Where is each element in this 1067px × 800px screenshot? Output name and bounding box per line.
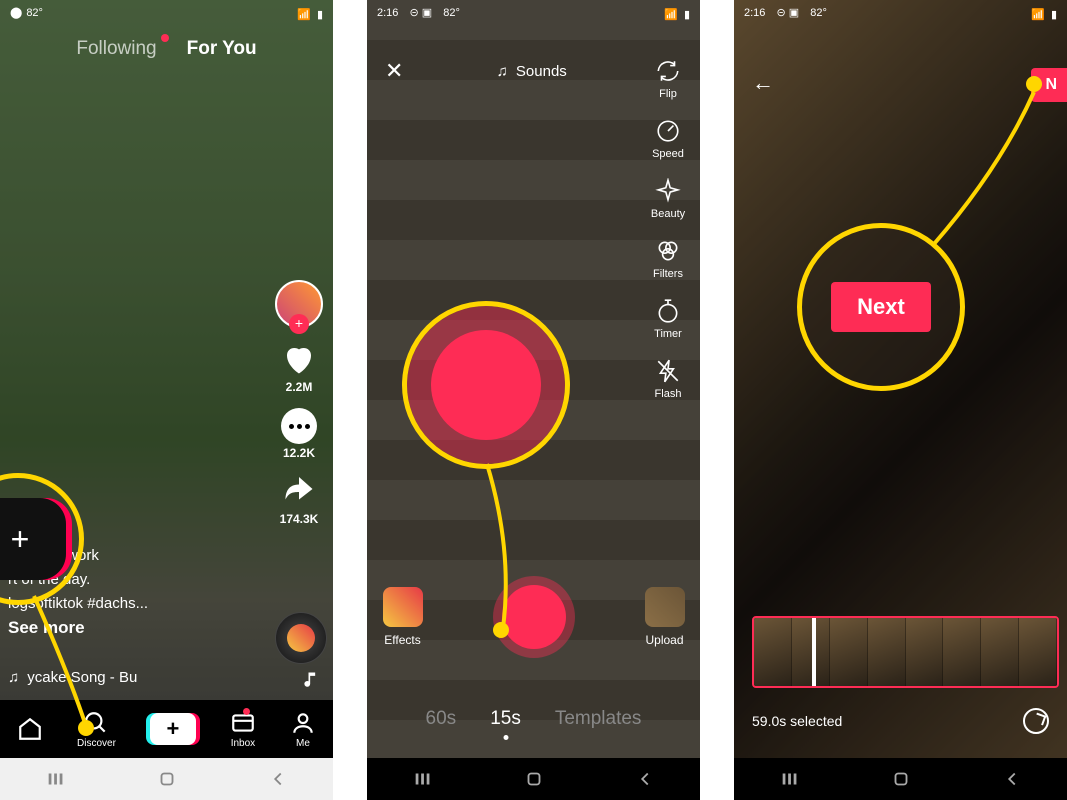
upload-thumb-icon	[645, 587, 685, 627]
bottom-nav: Discover + Inbox Me	[0, 700, 333, 758]
highlight-endpoint-3	[1026, 76, 1042, 92]
timeline-cursor[interactable]	[812, 616, 816, 688]
system-nav[interactable]	[734, 758, 1067, 800]
comment-icon	[281, 408, 317, 444]
highlight-next-enlarged: Next	[802, 228, 960, 386]
close-button[interactable]: ✕	[385, 58, 403, 84]
timer-button[interactable]: Timer	[644, 298, 692, 340]
recents-icon[interactable]	[412, 768, 434, 790]
follow-plus-icon[interactable]: +	[289, 314, 309, 334]
system-nav[interactable]	[0, 758, 333, 800]
nav-create[interactable]: +	[150, 713, 196, 745]
share-button[interactable]: 174.3K	[280, 474, 319, 526]
sound-info[interactable]: ♫ ycake Song - Bu	[8, 669, 263, 686]
sound-disc[interactable]	[275, 612, 327, 664]
highlight-endpoint-2	[493, 622, 509, 638]
flip-icon	[655, 58, 681, 84]
music-note-icon: ♫	[497, 63, 508, 80]
timer-icon	[655, 298, 681, 324]
tab-following[interactable]: Following	[76, 38, 156, 60]
selected-duration: 59.0s selected	[752, 713, 842, 729]
phone-camera: 📶▮ 2:16 ⊝ ▣ 82° ✕ ♫Sounds Flip Speed Bea…	[367, 0, 700, 800]
home-system-icon[interactable]	[523, 768, 545, 790]
duration-60s[interactable]: 60s	[426, 708, 457, 730]
notification-dot-icon	[243, 708, 250, 715]
status-bar: 📶▮	[0, 0, 333, 28]
nav-inbox[interactable]: Inbox	[230, 710, 256, 749]
back-icon[interactable]	[267, 768, 289, 790]
filters-icon	[655, 238, 681, 264]
duration-templates[interactable]: Templates	[555, 708, 642, 730]
home-icon	[17, 716, 43, 742]
highlight-create-enlarged: +	[0, 498, 66, 580]
video-timeline[interactable]	[752, 616, 1059, 688]
record-button[interactable]	[493, 576, 575, 658]
effects-thumb-icon	[383, 587, 423, 627]
flash-icon	[655, 358, 681, 384]
flip-button[interactable]: Flip	[644, 58, 692, 100]
upload-button[interactable]: Upload	[645, 587, 685, 647]
see-more-link[interactable]: See more	[8, 616, 155, 640]
highlight-record-enlarged	[407, 306, 565, 464]
beauty-button[interactable]: Beauty	[644, 178, 692, 220]
phone-feed: 📶▮ ⬤82° Following For You + 2.2M 12.2K 1…	[0, 0, 333, 800]
share-icon	[281, 474, 317, 510]
highlight-endpoint-1	[78, 720, 94, 736]
home-system-icon[interactable]	[890, 768, 912, 790]
heart-icon	[281, 342, 317, 378]
profile-avatar[interactable]: +	[275, 280, 323, 328]
nav-me[interactable]: Me	[290, 710, 316, 749]
profile-icon	[290, 710, 316, 736]
back-button[interactable]: ←	[752, 70, 774, 96]
home-system-icon[interactable]	[156, 768, 178, 790]
music-note-icon	[301, 670, 321, 690]
comment-button[interactable]: 12.2K	[281, 408, 317, 460]
tab-for-you[interactable]: For You	[187, 38, 257, 60]
beauty-icon	[655, 178, 681, 204]
nav-home[interactable]	[17, 716, 43, 742]
plus-icon: +	[167, 716, 180, 742]
system-nav[interactable]	[367, 758, 700, 800]
speed-icon	[655, 118, 681, 144]
duration-15s[interactable]: 15s	[490, 708, 521, 730]
recents-icon[interactable]	[45, 768, 67, 790]
like-button[interactable]: 2.2M	[281, 342, 317, 394]
speed-adjust-button[interactable]	[1023, 708, 1049, 734]
speed-button[interactable]: Speed	[644, 118, 692, 160]
back-icon[interactable]	[634, 768, 656, 790]
sounds-button[interactable]: ♫Sounds	[497, 63, 567, 80]
back-icon[interactable]	[1001, 768, 1023, 790]
filters-button[interactable]: Filters	[644, 238, 692, 280]
recents-icon[interactable]	[779, 768, 801, 790]
effects-button[interactable]: Effects	[383, 587, 423, 647]
flash-button[interactable]: Flash	[644, 358, 692, 400]
phone-preview: 📶▮ 2:16 ⊝ ▣ 82° ← N 59.0s selected Next	[734, 0, 1067, 800]
